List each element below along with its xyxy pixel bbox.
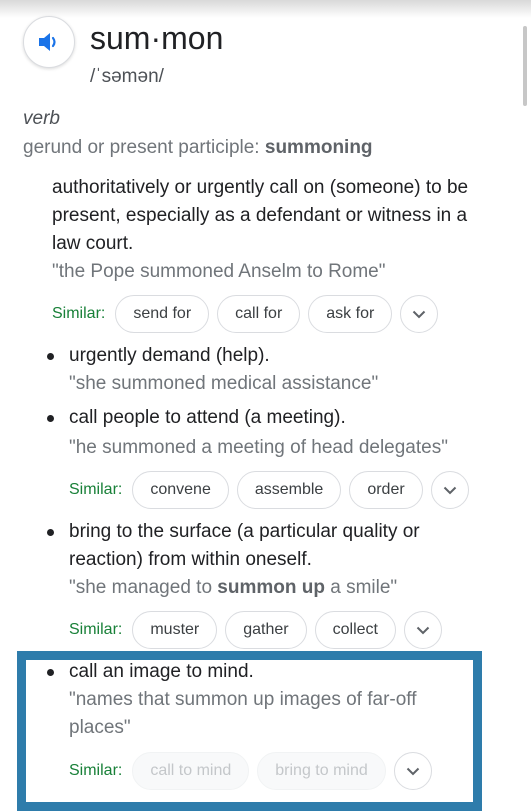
similar-chip-convene[interactable]: convene [132, 471, 229, 509]
part-of-speech: verb [23, 108, 60, 129]
expand-similar-button[interactable] [430, 471, 469, 509]
gerund-line: gerund or present participle: summoning [23, 137, 373, 159]
chevron-down-icon [413, 310, 426, 318]
sense-4-similar-row: Similar: muster gather collect [69, 610, 442, 650]
speaker-icon [39, 33, 56, 51]
bullet [47, 353, 54, 360]
similar-chip-gather[interactable]: gather [225, 611, 307, 649]
similar-label: Similar: [52, 305, 106, 322]
bullet [47, 415, 54, 422]
sense-3-definition: call people to attend (a meeting). [69, 407, 346, 428]
similar-chip-call-for[interactable]: call for [217, 295, 301, 333]
sense-3-similar-row: Similar: convene assemble order [69, 470, 469, 510]
definition-line: bring to the surface (a particular quali… [69, 521, 420, 542]
sense-4-example: "she managed to summon up a smile" [69, 574, 397, 602]
sense-1-definition: authoritatively or urgently call on (som… [52, 174, 468, 258]
top-shadow [0, 0, 531, 18]
sense-5-definition: call an image to mind. [69, 661, 254, 682]
scrollbar[interactable] [523, 26, 527, 106]
similar-chip-collect[interactable]: collect [314, 611, 396, 649]
sense-2-definition: urgently demand (help). [69, 345, 270, 366]
example-text: "she managed to [69, 577, 218, 598]
similar-label: Similar: [69, 762, 123, 779]
sense-5-similar-row: Similar: call to mind bring to mind [69, 751, 432, 791]
sense-1-similar-row: Similar: send for call for ask for [52, 294, 439, 334]
pronunciation-button[interactable] [23, 16, 75, 68]
example-line: "names that summon up images of far-off [69, 689, 417, 710]
bullet [47, 529, 54, 536]
similar-chip-ask-for[interactable]: ask for [308, 295, 393, 333]
phonetic: /ˈsəmən/ [90, 66, 164, 87]
sense-3-example: "he summoned a meeting of head delegates… [69, 437, 448, 458]
headword: sum·mon [90, 20, 224, 56]
similar-chip-call-to-mind[interactable]: call to mind [132, 752, 250, 790]
sense-4-definition: bring to the surface (a particular quali… [69, 518, 420, 574]
gerund-label: gerund or present participle: [23, 137, 260, 158]
chevron-down-icon [406, 767, 419, 775]
definition-line: law court. [52, 233, 134, 254]
similar-chip-assemble[interactable]: assemble [236, 471, 342, 509]
expand-similar-button[interactable] [400, 295, 439, 333]
similar-label: Similar: [69, 481, 123, 498]
gerund-value: summoning [264, 137, 373, 158]
similar-chip-bring-to-mind[interactable]: bring to mind [257, 752, 386, 790]
expand-similar-button[interactable] [403, 611, 442, 649]
sense-1-example: "the Pope summoned Anselm to Rome" [52, 261, 386, 282]
definition-line: reaction) from within oneself. [69, 549, 312, 570]
bullet [47, 669, 54, 676]
sense-2-example: "she summoned medical assistance" [69, 373, 379, 394]
chevron-down-icon [443, 486, 456, 494]
definition-line: authoritatively or urgently call on (som… [52, 177, 469, 198]
chevron-down-icon [416, 626, 430, 634]
similar-chip-muster[interactable]: muster [132, 611, 218, 649]
similar-chip-order[interactable]: order [349, 471, 423, 509]
similar-chip-send-for[interactable]: send for [115, 295, 210, 333]
example-bold: summon up [217, 577, 325, 598]
definition-line: present, especially as a defendant or wi… [52, 205, 468, 226]
similar-label: Similar: [69, 621, 123, 638]
expand-similar-button[interactable] [393, 752, 432, 790]
example-line: places" [69, 717, 131, 738]
example-text: a smile" [324, 577, 398, 598]
sense-5-example: "names that summon up images of far-off … [69, 686, 417, 742]
